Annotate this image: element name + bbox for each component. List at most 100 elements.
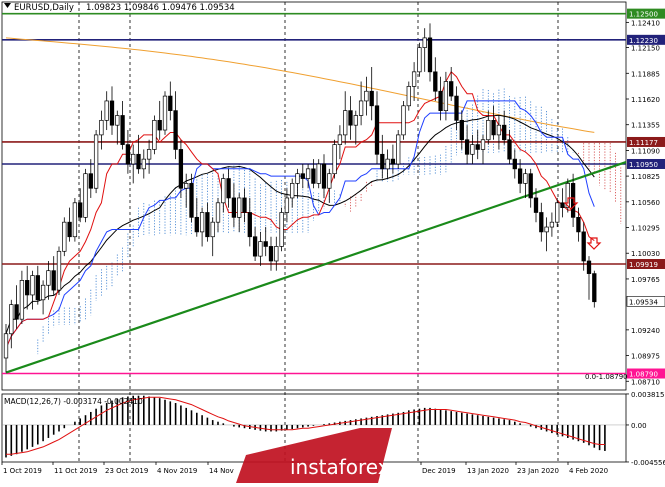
candle-body-4: [25, 280, 30, 296]
candle-body-14: [78, 202, 83, 218]
price-tick-label-3: 1.11620: [631, 96, 660, 104]
candle-body-55: [295, 173, 300, 184]
candle-body-108: [576, 216, 581, 233]
candle-body-62: [332, 144, 337, 175]
candle-body-22: [120, 115, 125, 145]
candle-body-46: [247, 212, 252, 238]
price-tick-label-13: 1.08710: [631, 378, 660, 386]
candle-body-37: [199, 212, 205, 233]
candle-body-19: [104, 100, 109, 121]
candle-body-28: [152, 119, 157, 150]
price-tick-label-1: 1.12150: [631, 45, 660, 53]
candle-body-73: [390, 158, 396, 165]
candle-body-57: [305, 168, 311, 179]
candle-body-91: [486, 119, 491, 141]
candle-body-0: [3, 333, 9, 359]
candle-body-110: [586, 260, 592, 274]
candle-body-39: [210, 221, 215, 238]
candle-body-98: [523, 173, 528, 184]
candle-body-54: [290, 183, 295, 199]
candle-body-12: [67, 221, 72, 238]
candle-body-42: [226, 178, 231, 199]
candle-body-43: [231, 197, 237, 218]
level-tag-text-1.09919: 1.09919: [629, 261, 658, 269]
candle-body-49: [263, 241, 268, 247]
candle-body-8: [46, 270, 51, 286]
candle-body-87: [464, 139, 470, 155]
date-label-1: 11 Oct 2019: [54, 467, 97, 475]
candle-body-100: [533, 197, 539, 213]
level-tag-text-1.11177: 1.11177: [629, 139, 658, 147]
candle-body-1: [9, 304, 14, 335]
price-tick-label-5: 1.11090: [631, 147, 660, 155]
candle-body-61: [327, 173, 332, 189]
candle-body-66: [353, 115, 358, 126]
candle-body-30: [162, 95, 168, 131]
candle-body-32: [173, 110, 178, 150]
candle-body-26: [141, 158, 146, 170]
candle-body-105: [560, 202, 565, 208]
candle-body-17: [93, 134, 99, 189]
candle-body-5: [30, 275, 35, 296]
chart-svg: 1.125001.122301.111771.109501.099191.087…: [0, 0, 665, 483]
watermark-text: instaforex: [290, 455, 390, 479]
candle-body-85: [454, 95, 459, 121]
ohlc-values: 1.09823 1.09846 1.09476 1.09534: [86, 3, 235, 13]
date-label-2: 23 Oct 2019: [105, 467, 148, 475]
candle-body-109: [581, 231, 586, 262]
candle-body-48: [258, 241, 263, 257]
candle-body-58: [311, 168, 316, 184]
candle-body-34: [184, 183, 189, 189]
candle-body-67: [358, 100, 364, 116]
level-tag-text-1.12500: 1.12500: [629, 11, 658, 19]
candle-body-64: [343, 110, 348, 136]
candle-body-3: [19, 280, 25, 320]
date-label-7: 23 Jan 2020: [517, 467, 559, 475]
candle-body-76: [406, 86, 411, 107]
candle-body-83: [443, 81, 449, 111]
candle-body-79: [422, 37, 427, 48]
candle-body-29: [157, 119, 162, 131]
candle-body-80: [427, 37, 433, 73]
date-label-6: 13 Jan 2020: [467, 467, 509, 475]
candle-body-81: [433, 71, 438, 92]
macd-tick-label-1: 0.00: [631, 422, 647, 430]
candle-body-97: [517, 168, 523, 184]
candle-body-38: [205, 212, 210, 238]
candle-body-69: [369, 90, 374, 107]
candle-body-11: [62, 221, 67, 252]
candle-body-44: [237, 197, 242, 218]
candle-body-27: [146, 149, 152, 160]
candle-body-63: [337, 134, 343, 145]
date-label-3: 4 Nov 2019: [157, 467, 197, 475]
price-tick-label-2: 1.11885: [631, 70, 660, 78]
candle-body-15: [83, 173, 88, 218]
candle-body-96: [512, 158, 517, 170]
macd-tick-label-0: 0.003815: [631, 391, 664, 399]
price-tick-label-7: 1.10560: [631, 199, 660, 207]
candle-body-104: [555, 202, 560, 223]
candle-body-86: [459, 119, 464, 141]
candle-body-16: [88, 173, 93, 189]
price-tick-label-10: 1.09765: [631, 276, 660, 284]
candle-body-111: [592, 273, 597, 303]
candle-body-74: [396, 134, 401, 165]
candle-body-71: [380, 153, 385, 170]
price-tick-label-8: 1.10295: [631, 225, 660, 233]
price-tick-label-12: 1.08975: [631, 353, 660, 361]
candle-body-70: [374, 105, 380, 155]
candle-body-95: [507, 139, 512, 160]
candle-body-20: [109, 100, 115, 126]
candle-body-51: [274, 246, 279, 262]
candle-body-92: [491, 119, 496, 136]
candle-body-21: [115, 115, 120, 126]
candle-body-68: [364, 90, 369, 102]
candle-body-24: [131, 153, 136, 165]
candle-body-103: [549, 221, 555, 228]
candle-body-56: [300, 173, 305, 179]
candle-body-10: [56, 250, 62, 291]
candle-body-72: [385, 158, 390, 170]
candle-body-65: [348, 110, 353, 126]
candle-body-88: [470, 144, 475, 155]
price-tick-label-0: 1.12410: [631, 19, 660, 27]
